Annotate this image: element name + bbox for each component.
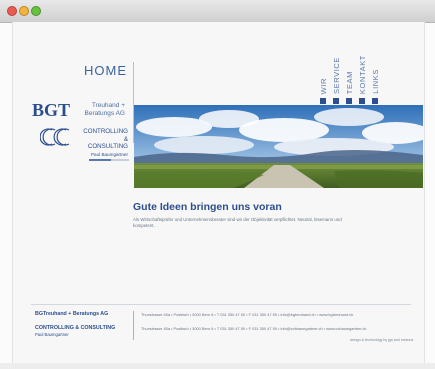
cc-line1: CONTROLLING &: [83, 128, 128, 143]
minimize-window-button[interactable]: [19, 6, 29, 16]
footer-brand-cc: CONTROLLING & CONSULTING: [35, 325, 116, 331]
browser-window: HOME WIR SERVICE TEAM KONTAKT LINKS BGT …: [0, 0, 435, 369]
nav-item-wir[interactable]: WIR: [319, 36, 331, 104]
window-titlebar: [0, 0, 435, 23]
footer-divider: [31, 304, 411, 305]
footer-credit-link[interactable]: design & technology by jgs and mesons: [350, 338, 413, 342]
scroll-indicator: [89, 159, 129, 161]
nav-item-links[interactable]: LINKS: [371, 36, 383, 104]
footer-vertical-divider: [133, 311, 134, 340]
nav-marker-icon: [320, 98, 326, 104]
nav-label: TEAM: [345, 70, 354, 94]
nav-marker-icon: [359, 98, 365, 104]
zoom-window-button[interactable]: [31, 6, 41, 16]
page-headline: Gute Ideen bringen uns voran: [133, 201, 282, 213]
footer-brand-bgt: BGTreuhand + Beratungs AG: [35, 311, 109, 317]
nav-label: KONTAKT: [358, 54, 367, 94]
bgt-line2: Beratungs AG: [84, 110, 125, 117]
nav-item-kontakt[interactable]: KONTAKT: [358, 36, 370, 104]
cc-line3: Paul Baumgartner: [90, 151, 128, 157]
hero-landscape-image: [134, 105, 423, 188]
intro-text: Als Wirtschaftsprüfer und Unternehmensbe…: [133, 217, 342, 228]
nav-label: SERVICE: [332, 57, 341, 94]
cc-line2: CONSULTING: [87, 143, 128, 150]
nav-marker-icon: [346, 98, 352, 104]
footer-address-bgt: Thunstrasse 45a • Postfach • 3000 Bern 6…: [141, 312, 354, 317]
footer-address-cc: Thunstrasse 45a • Postfach • 3000 Bern 6…: [141, 326, 367, 331]
cc-logo-icon[interactable]: [40, 128, 78, 146]
nav-label: LINKS: [371, 69, 380, 94]
scroll-indicator-fill: [89, 159, 111, 161]
cc-logo-text: CONTROLLING & CONSULTING Paul Baumgartne…: [79, 128, 128, 158]
nav-label: WIR: [319, 77, 328, 94]
bgt-logo-subtitle: Treuhand + Beratungs AG: [81, 102, 125, 118]
nav-marker-icon: [333, 98, 339, 104]
bgt-logo[interactable]: BGT: [32, 100, 70, 121]
nav-item-team[interactable]: TEAM: [345, 36, 357, 104]
window-bottom-edge: [0, 363, 435, 369]
footer-brand-cc-sub: Paul Baumgartner: [35, 332, 69, 337]
nav-item-service[interactable]: SERVICE: [332, 36, 344, 104]
home-link[interactable]: HOME: [84, 63, 127, 78]
nav-marker-icon: [372, 98, 378, 104]
bgt-line1: Treuhand +: [91, 102, 125, 109]
web-page: HOME WIR SERVICE TEAM KONTAKT LINKS BGT …: [12, 22, 425, 363]
close-window-button[interactable]: [7, 6, 17, 16]
